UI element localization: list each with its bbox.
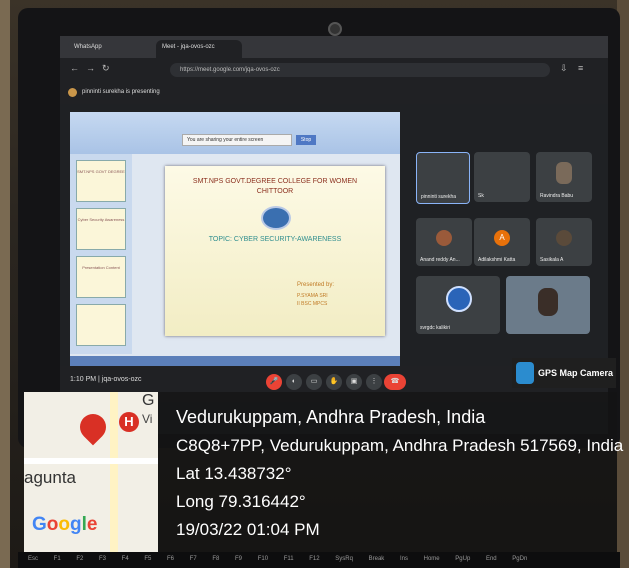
presenter-names: P.SYAMA SRI II BSC MPCS xyxy=(297,292,377,308)
current-slide: SMT.NPS GOVT.DEGREE COLLEGE FOR WOMEN CH… xyxy=(165,166,385,336)
participant-tile[interactable]: Ravindra Babu xyxy=(536,152,592,202)
latitude: Lat 13.438732° xyxy=(176,464,292,483)
forward-icon[interactable]: → xyxy=(86,63,95,73)
gps-details: Vedurukuppam, Andhra Pradesh, India C8Q8… xyxy=(176,402,624,544)
sharing-notice: You are sharing your entire screen xyxy=(182,134,292,146)
slide-topic: TOPIC: CYBER SECURITY-AWARENESS xyxy=(208,236,342,243)
keyboard-function-row: Esc F1 F2 F3 F4 F5 F6 F7 F8 F9 F10 F11 F… xyxy=(18,552,620,568)
menu-icon[interactable]: ≡ xyxy=(578,63,583,73)
gps-camera-label: GPS Map Camera xyxy=(538,368,614,378)
shared-screen: You are sharing your entire screen Stop … xyxy=(70,112,400,380)
full-address: C8Q8+7PP, Vedurukuppam, Andhra Pradesh 5… xyxy=(176,436,624,455)
mic-off-button[interactable]: 🎤 xyxy=(266,374,282,390)
tab-whatsapp[interactable]: WhatsApp xyxy=(68,40,156,58)
slide-thumbnails: SMT.NPS GOVT DEGREE Cyber Security Aware… xyxy=(70,154,132,354)
present-button[interactable]: ▣ xyxy=(346,374,362,390)
presented-by-label: Presented by: xyxy=(297,282,335,288)
participant-tile[interactable]: pinninti surekha xyxy=(416,152,470,204)
participant-avatar xyxy=(436,230,452,246)
participant-tile[interactable]: Anand reddy An... xyxy=(416,218,472,266)
raise-hand-button[interactable]: ✋ xyxy=(326,374,342,390)
slide-thumbnail[interactable]: Presentation Content xyxy=(76,256,126,298)
reload-icon[interactable]: ↻ xyxy=(102,63,110,74)
address-bar-row: ← → ↻ https://meet.google.com/jqa-ovos-o… xyxy=(60,58,608,82)
participant-name: Ravindra Babu xyxy=(540,193,574,199)
participant-name: Anand reddy An... xyxy=(420,257,460,263)
participant-tile[interactable]: Sk xyxy=(474,152,530,202)
map-label: Vi xyxy=(142,412,153,426)
location-map: H G Vi agunta Google xyxy=(24,392,158,556)
browser-tab-bar: WhatsApp Meet - jqa-ovos-ozc xyxy=(60,36,608,58)
place-name: Vedurukuppam, Andhra Pradesh, India xyxy=(176,407,486,427)
presenter-avatar xyxy=(68,88,77,97)
slide-thumbnail[interactable] xyxy=(76,304,126,346)
participant-avatar: A xyxy=(494,230,510,246)
tab-label: WhatsApp xyxy=(74,44,102,50)
map-road xyxy=(24,458,158,464)
map-label: G xyxy=(142,392,155,409)
participant-name: Sk xyxy=(478,193,484,199)
participant-name: Adilakshmi Katta xyxy=(478,257,516,263)
map-pin-icon xyxy=(74,408,112,446)
slide-thumbnail[interactable]: SMT.NPS GOVT DEGREE xyxy=(76,160,126,202)
presenter-name: P.SYAMA SRI xyxy=(297,293,328,299)
photo-edge-left xyxy=(0,0,10,568)
function-keys: Esc F1 F2 F3 F4 F5 F6 F7 F8 F9 F10 F11 F… xyxy=(28,556,528,562)
back-icon[interactable]: ← xyxy=(70,63,79,73)
longitude: Long 79.316442° xyxy=(176,492,306,511)
end-call-button[interactable]: ☎ xyxy=(384,374,406,390)
gps-camera-icon xyxy=(516,362,534,384)
participant-tile[interactable]: A Adilakshmi Katta xyxy=(474,218,530,266)
date-time: 19/03/22 01:04 PM xyxy=(176,520,320,539)
download-icon[interactable]: ⇩ xyxy=(560,63,568,74)
slide-title: SMT.NPS GOVT.DEGREE COLLEGE FOR WOMEN xyxy=(192,178,358,185)
google-logo: Google xyxy=(32,514,98,535)
map-road xyxy=(110,392,118,556)
participant-video xyxy=(538,288,558,316)
meeting-time-code: 1:10 PM | jqa-ovos-ozc xyxy=(70,376,142,383)
hospital-marker-icon: H xyxy=(119,412,139,432)
participant-name: Sasikala A xyxy=(540,257,564,263)
participant-tile[interactable] xyxy=(506,276,590,334)
more-options-button[interactable]: ⋮ xyxy=(366,374,382,390)
participant-name: pinninti surekha xyxy=(421,194,457,200)
participant-tile[interactable]: Sasikala A xyxy=(536,218,592,266)
map-town-label: agunta xyxy=(24,468,76,487)
camera-button[interactable]: ◐ xyxy=(286,374,302,390)
college-logo xyxy=(261,206,291,230)
powerpoint-ribbon: You are sharing your entire screen Stop xyxy=(70,112,400,154)
participant-tile[interactable]: svrgdc kalikiri xyxy=(416,276,500,334)
stop-sharing-button[interactable]: Stop xyxy=(296,135,316,145)
webcam-icon xyxy=(328,22,342,36)
slide-thumbnail[interactable]: Cyber Security Awareness xyxy=(76,208,126,250)
captions-button[interactable]: ▭ xyxy=(306,374,322,390)
presenting-banner: pinninti surekha is presenting xyxy=(60,82,608,104)
participant-video xyxy=(556,162,572,184)
tab-meet[interactable]: Meet - jqa-ovos-ozc xyxy=(156,40,242,58)
slide-subtitle: CHITTOOR xyxy=(256,188,294,195)
tab-label: Meet - jqa-ovos-ozc xyxy=(162,44,215,50)
url-field[interactable]: https://meet.google.com/jqa-ovos-ozc xyxy=(170,63,550,77)
participant-name: svrgdc kalikiri xyxy=(420,325,451,331)
participant-avatar xyxy=(446,286,472,312)
presenter-class: II BSC MPCS xyxy=(297,301,328,307)
presenting-text: pinninti surekha is presenting xyxy=(82,89,160,95)
participant-avatar xyxy=(556,230,572,246)
